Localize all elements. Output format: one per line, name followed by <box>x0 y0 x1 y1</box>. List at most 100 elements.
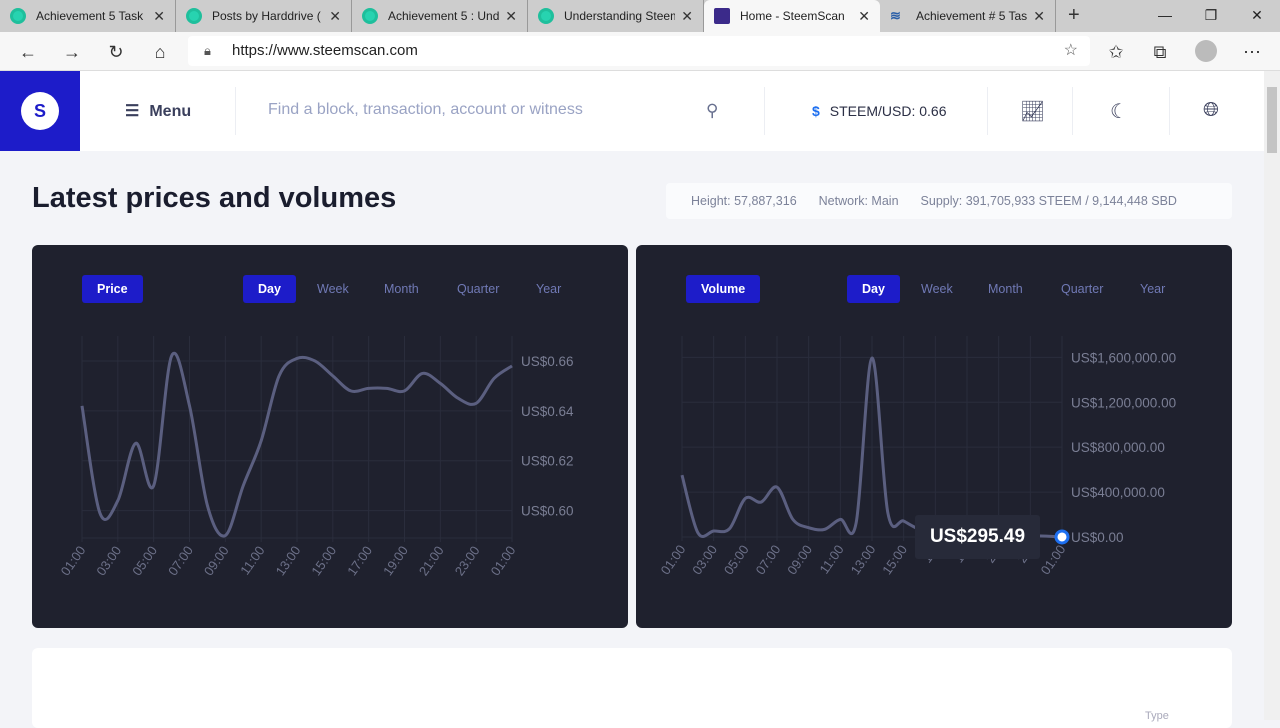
x-tick-label: 15:00 <box>308 543 339 578</box>
x-tick-label: 09:00 <box>201 543 232 578</box>
chain-stats: Height: 57,887,316 Network: Main Supply: 3… <box>666 183 1232 219</box>
page-scrollbar[interactable] <box>1264 71 1280 720</box>
period-tab-week[interactable]: Week <box>906 275 968 303</box>
minimize-icon[interactable]: — <box>1142 0 1188 32</box>
x-tick-label: 13:00 <box>273 543 304 578</box>
site-header: S ☰Menu ⚲ $STEEM/USD: 0.66 📈︎ ☾ 🌐︎ <box>0 71 1264 151</box>
divider <box>1169 87 1170 135</box>
period-tab-quarter[interactable]: Quarter <box>1046 275 1118 303</box>
chart-icon[interactable]: 📈︎ <box>1020 99 1045 124</box>
x-tick-label: 11:00 <box>237 543 267 577</box>
steemscan-logo[interactable]: S <box>0 71 80 151</box>
period-tab-year[interactable]: Year <box>1125 275 1180 303</box>
favorite-star-icon[interactable]: ☆ <box>1064 36 1078 66</box>
close-tab-icon[interactable]: ✕ <box>1033 8 1045 25</box>
profile-avatar[interactable] <box>1195 40 1217 62</box>
period-tab-day[interactable]: Day <box>243 275 296 303</box>
x-tick-label: 03:00 <box>93 543 124 578</box>
lock-icon: 🔒︎ <box>204 43 211 58</box>
x-tick-label: 07:00 <box>165 543 196 578</box>
period-tab-quarter[interactable]: Quarter <box>442 275 514 303</box>
highlighted-data-point <box>1054 529 1070 545</box>
x-tick-label: 23:00 <box>452 543 483 578</box>
close-tab-icon[interactable]: ✕ <box>858 8 870 25</box>
steemit-favicon-icon <box>538 8 554 24</box>
divider <box>1072 87 1073 135</box>
x-tick-label: 21:00 <box>416 543 447 578</box>
steemit-favicon-icon <box>10 8 26 24</box>
divider <box>764 87 765 135</box>
steemscan-favicon-icon <box>714 8 730 24</box>
x-tick-label: 13:00 <box>848 542 879 577</box>
browser-tab-strip: Achievement 5 Task ✕ Posts by Harddrive (… <box>0 0 1280 32</box>
x-tick-label: 01:00 <box>658 542 689 577</box>
x-tick-label: 11:00 <box>816 542 846 576</box>
close-tab-icon[interactable]: ✕ <box>505 8 517 25</box>
url-field[interactable]: 🔒︎ https://www.steemscan.com ☆ <box>188 36 1090 66</box>
browser-tab[interactable]: Achievement 5 : Und ✕ <box>352 0 528 32</box>
restore-icon[interactable]: ❐ <box>1188 0 1234 32</box>
y-tick-label: US$800,000.00 <box>1071 440 1165 455</box>
divider <box>235 87 236 135</box>
x-tick-label: 05:00 <box>721 542 752 577</box>
hamburger-icon: ☰ <box>125 103 140 120</box>
address-bar-row: ← → ↻ ⌂ 🔒︎ https://www.steemscan.com ☆ ✩ ⧉… <box>0 32 1280 71</box>
dollar-icon: $ <box>812 103 820 119</box>
y-tick-label: US$0.66 <box>521 354 574 369</box>
browser-tab[interactable]: Understanding Steem ✕ <box>528 0 704 32</box>
x-tick-label: 15:00 <box>879 542 910 577</box>
transactions-card: Type <box>32 648 1232 728</box>
close-tab-icon[interactable]: ✕ <box>329 8 341 25</box>
search-input[interactable] <box>268 101 688 119</box>
favorites-icon[interactable]: ✩ <box>1102 38 1130 66</box>
period-tab-week[interactable]: Week <box>302 275 364 303</box>
divider <box>987 87 988 135</box>
y-tick-label: US$0.00 <box>1071 530 1124 545</box>
x-tick-label: 05:00 <box>129 543 160 578</box>
page-title: Latest prices and volumes <box>32 182 397 214</box>
refresh-icon[interactable]: ↻ <box>102 38 130 66</box>
volume-label: Volume <box>686 275 761 303</box>
y-tick-label: US$1,600,000.00 <box>1071 350 1176 365</box>
type-column-header: Type <box>1145 710 1169 722</box>
close-tab-icon[interactable]: ✕ <box>153 8 165 25</box>
y-tick-label: US$0.60 <box>521 504 574 519</box>
volume-chart-card: 01:00 03:00 05:00 07:00 09:00 11:00 13:00 15:00… <box>636 245 1232 628</box>
y-tick-label: US$0.62 <box>521 454 574 469</box>
x-tick-label: 17:00 <box>344 543 375 578</box>
period-tab-year[interactable]: Year <box>521 275 576 303</box>
steemit-favicon-icon <box>362 8 378 24</box>
browser-tab[interactable]: Achievement 5 Task ✕ <box>0 0 176 32</box>
price-chart-card: 01:00 03:00 05:00 07:00 09:00 11:00 13:00 15:00… <box>32 245 628 628</box>
back-icon[interactable]: ← <box>14 38 42 66</box>
y-tick-label: US$0.64 <box>521 404 574 419</box>
forward-icon[interactable]: → <box>58 38 86 66</box>
x-tick-label: 03:00 <box>689 542 720 577</box>
home-icon[interactable]: ⌂ <box>146 38 174 66</box>
dark-mode-moon-icon[interactable]: ☾ <box>1110 99 1128 124</box>
period-tab-month[interactable]: Month <box>369 275 434 303</box>
browser-tab[interactable]: ≋ Achievement # 5 Tas ✕ <box>880 0 1056 32</box>
period-tab-month[interactable]: Month <box>973 275 1038 303</box>
menu-button[interactable]: ☰ Menu <box>125 101 201 121</box>
steem-price: $ STEEM/USD: 0.66 <box>812 103 947 119</box>
language-globe-icon[interactable]: 🌐︎ <box>1203 99 1219 122</box>
x-tick-label: 01:00 <box>58 543 89 578</box>
chart-tooltip: US$295.49 <box>915 515 1040 559</box>
new-tab-button[interactable]: + <box>1056 0 1092 32</box>
search-icon[interactable]: ⚲ <box>706 101 718 121</box>
browser-tab[interactable]: Posts by Harddrive (✕ <box>176 0 352 32</box>
x-tick-label: 19:00 <box>380 543 411 578</box>
scrollbar-thumb[interactable] <box>1267 87 1277 153</box>
more-icon[interactable]: ⋯ <box>1238 38 1266 66</box>
browser-tab-active[interactable]: Home - SteemScan ✕ <box>704 0 880 32</box>
close-window-icon[interactable]: ✕ <box>1234 0 1280 32</box>
close-tab-icon[interactable]: ✕ <box>681 8 693 25</box>
y-tick-label: US$400,000.00 <box>1071 485 1165 500</box>
price-label: Price <box>82 275 143 303</box>
steem-favicon-icon: ≋ <box>890 8 901 23</box>
collections-icon[interactable]: ⧉ <box>1146 38 1174 66</box>
period-tab-day[interactable]: Day <box>847 275 900 303</box>
steemit-favicon-icon <box>186 8 202 24</box>
x-tick-label: 01:00 <box>488 543 519 578</box>
